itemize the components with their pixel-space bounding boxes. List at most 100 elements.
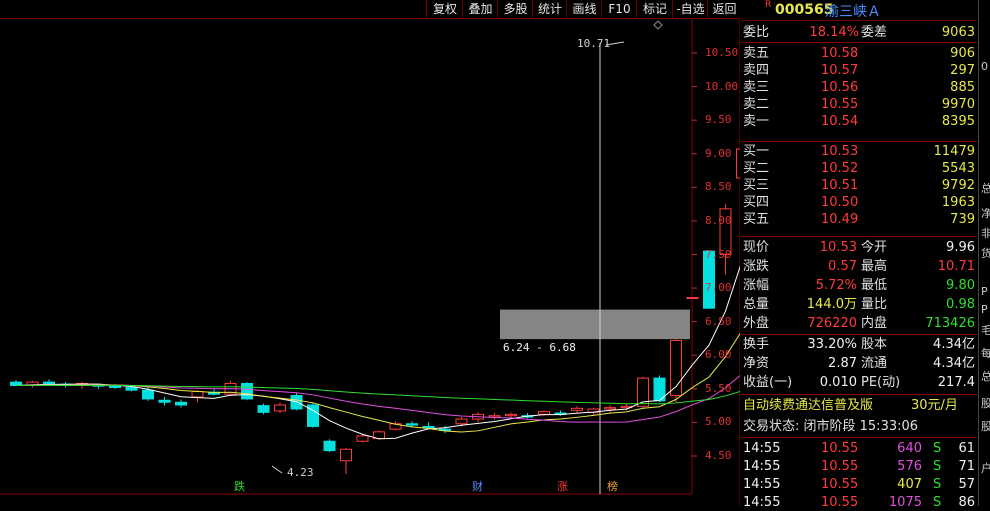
tick-time: 14:55: [743, 441, 781, 456]
candle[interactable]: [340, 447, 352, 475]
price-tick-label: 9.00: [705, 146, 732, 160]
ask-row-3: 卖二 10.55 9970: [741, 96, 977, 113]
ask-label: 卖三: [743, 80, 770, 95]
ask-row-2: 卖三 10.56 885: [741, 79, 977, 96]
stat-label: 内盘: [861, 316, 888, 331]
candle-body: [158, 399, 171, 403]
candle[interactable]: [686, 296, 699, 299]
promo-row[interactable]: 自动续费通达信普及版 30元/月: [741, 397, 977, 414]
ask-row-4: 卖一 10.54 8395: [741, 113, 977, 130]
candle[interactable]: [307, 402, 319, 428]
fundamental-label: 净资: [743, 356, 770, 371]
panel-separator: [741, 42, 977, 43]
candle[interactable]: [158, 396, 171, 406]
tick-count: 86: [958, 495, 975, 510]
bid-label: 买三: [743, 178, 770, 193]
fundamental-value: 0.010: [819, 375, 857, 390]
bid-volume: 739: [950, 212, 975, 227]
event-badge-3[interactable]: 榜: [605, 480, 620, 493]
event-badge-2[interactable]: 涨: [555, 480, 570, 493]
bid-volume: 11479: [933, 144, 975, 159]
candle[interactable]: [257, 403, 270, 415]
candle[interactable]: [604, 404, 616, 413]
candle[interactable]: [274, 402, 286, 414]
trade-status: 交易状态: 闭市阶段 15:33:06: [743, 419, 919, 434]
price-tick-label: 5.00: [705, 415, 732, 429]
candle-body: [604, 407, 616, 410]
stat-label: 总量: [743, 297, 770, 312]
bid-row-3: 买四 10.50 1963: [741, 194, 977, 211]
tick-row-0: 14:55 10.55 640 S 61: [741, 440, 977, 457]
bid-price: 10.50: [821, 195, 859, 210]
stat-value: 9.96: [946, 240, 975, 255]
bid-label: 买二: [743, 161, 770, 176]
candle-body: [274, 404, 286, 412]
bid-volume: 9792: [941, 178, 975, 193]
chart-toolbar: 复权 叠加 多股 统计 画线 F10 标记 -自选 返回: [0, 0, 740, 19]
toolbar-button-4[interactable]: 画线: [566, 0, 602, 18]
candle[interactable]: [241, 382, 253, 401]
ask-volume: 885: [950, 80, 975, 95]
candle[interactable]: [670, 339, 682, 403]
price-tick-label: 9.50: [705, 113, 732, 127]
stat-value: 0.57: [828, 259, 857, 274]
fundamental-value: 2.87: [828, 356, 857, 371]
candle[interactable]: [26, 380, 39, 388]
toolbar-button-1[interactable]: 叠加: [462, 0, 498, 18]
candle-body: [191, 391, 204, 398]
price-tick-label: 10.00: [705, 79, 739, 93]
candle-body: [109, 385, 121, 388]
bid-row-4: 买五 10.49 739: [741, 211, 977, 228]
tick-side: S: [933, 477, 942, 492]
candle[interactable]: [488, 413, 501, 420]
edge-char: 总: [981, 182, 990, 195]
tick-side: S: [933, 459, 942, 474]
diamond-icon[interactable]: [653, 20, 663, 30]
candle[interactable]: [175, 399, 187, 408]
toolbar-button-5[interactable]: F10: [601, 0, 637, 18]
event-badge-1[interactable]: 财: [470, 480, 485, 493]
toolbar-button-3[interactable]: 统计: [532, 0, 567, 18]
fundamental-row-0: 换手 33.20% 股本 4.34亿: [741, 336, 977, 353]
bid-price: 10.51: [821, 178, 859, 193]
ask-volume: 297: [950, 63, 975, 78]
panel-separator: [741, 141, 977, 142]
candle-body: [422, 425, 435, 429]
candle[interactable]: [323, 439, 336, 452]
event-badge-0[interactable]: 跌: [232, 480, 247, 493]
toolbar-button-6[interactable]: 标记: [636, 0, 673, 18]
ask-label: 卖一: [743, 114, 770, 129]
stat-value: 0.98: [946, 297, 975, 312]
toolbar-button-7[interactable]: -自选: [672, 0, 708, 18]
candle[interactable]: [653, 375, 666, 403]
candle[interactable]: [637, 376, 649, 409]
toolbar-button-0[interactable]: 复权: [426, 0, 463, 18]
stock-title-bar: R 000565 渝三峡Ａ: [741, 0, 977, 21]
fundamental-label: 收益(一): [743, 375, 793, 390]
ask-label: 卖四: [743, 63, 770, 78]
tick-row-3: 14:55 10.55 1075 S 86: [741, 494, 977, 511]
candle-body: [505, 413, 517, 417]
price-tick-label: 8.00: [705, 213, 732, 227]
kline-chart-svg[interactable]: [0, 18, 740, 506]
tick-row-1: 14:55 10.55 576 S 71: [741, 458, 977, 475]
edge-char: 股: [981, 420, 990, 433]
candle[interactable]: [736, 134, 741, 205]
bid-volume: 5543: [941, 161, 975, 176]
tick-time: 14:55: [743, 459, 781, 474]
fundamental-row-1: 净资 2.87 流通 4.34亿: [741, 355, 977, 372]
stat-label: 现价: [743, 240, 770, 255]
candle[interactable]: [389, 421, 402, 431]
stat-value: 5.72%: [815, 278, 857, 293]
price-zone-box[interactable]: [500, 309, 690, 340]
panel-separator: [741, 437, 977, 438]
candle[interactable]: [571, 406, 583, 414]
tick-row-2: 14:55 10.55 407 S 57: [741, 476, 977, 493]
ask-row-0: 卖五 10.58 906: [741, 45, 977, 62]
high-price-label: 10.71: [577, 37, 611, 50]
edge-char: P: [981, 285, 988, 298]
kline-chart[interactable]: 10.50 10.00 9.50 9.00 8.50 8.00 7.50 7.00 6.50 6.…: [0, 18, 740, 506]
toolbar-button-8[interactable]: 返回: [707, 0, 741, 18]
toolbar-button-2[interactable]: 多股: [497, 0, 533, 18]
bid-label: 买五: [743, 212, 770, 227]
